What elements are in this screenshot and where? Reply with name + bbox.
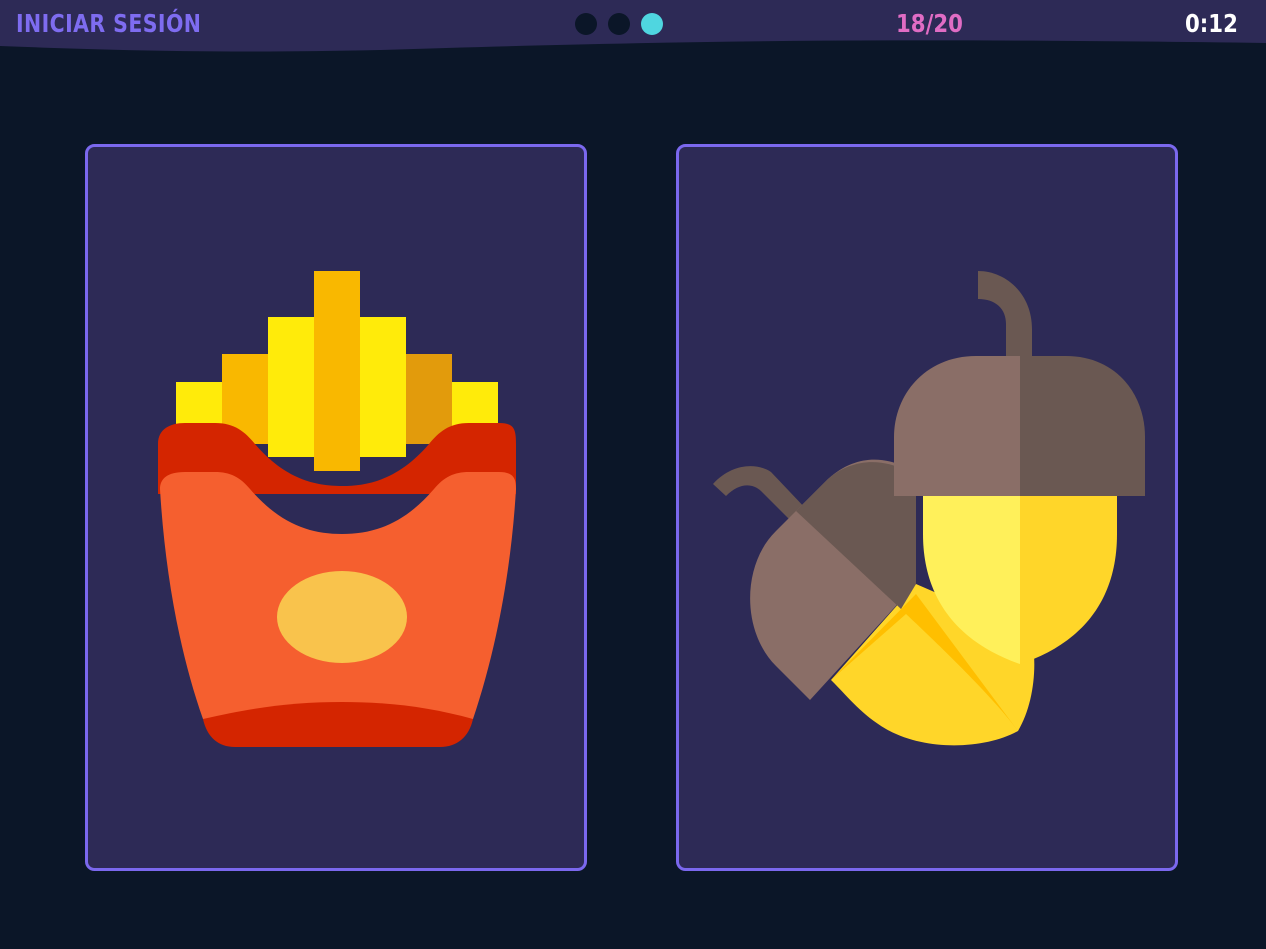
timer: 0:12 xyxy=(1185,9,1238,38)
top-bar: INICIAR SESIÓN 18/20 0:12 xyxy=(0,0,1266,54)
card-frame xyxy=(676,144,1178,871)
card-frame xyxy=(85,144,587,871)
login-button[interactable]: INICIAR SESIÓN xyxy=(16,8,201,40)
progress-dot-active xyxy=(641,13,663,35)
round-counter: 18/20 xyxy=(896,9,963,38)
progress-dot xyxy=(575,13,597,35)
card-french-fries[interactable] xyxy=(85,144,587,871)
progress-dots xyxy=(575,13,663,35)
card-acorns[interactable] xyxy=(676,144,1178,871)
progress-dot xyxy=(608,13,630,35)
